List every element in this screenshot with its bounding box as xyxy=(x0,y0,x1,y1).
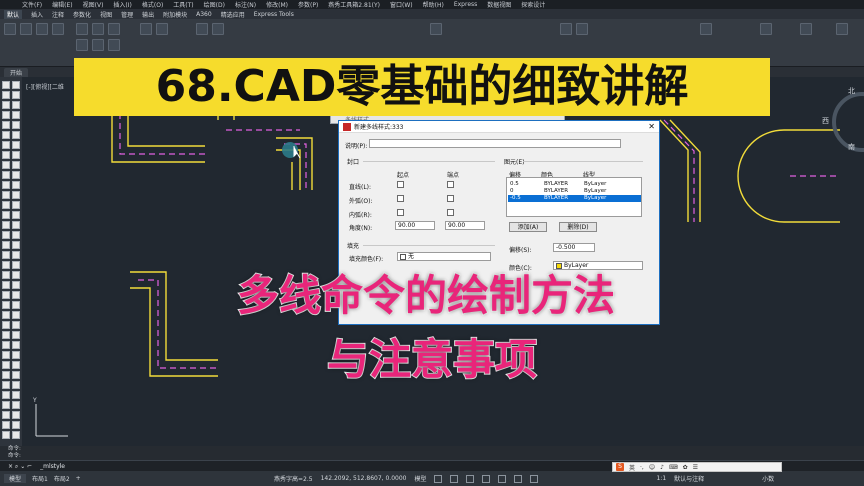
fill-swatch-icon xyxy=(400,253,406,260)
caps-col-start: 起点 xyxy=(397,172,410,179)
command-input[interactable]: _mlstyle xyxy=(40,463,65,470)
caps-inner-arc-label: 内弧(R): xyxy=(349,212,372,219)
caps-group-line xyxy=(363,161,495,162)
snap-icon[interactable] xyxy=(450,474,459,483)
caps-outer-arc-label: 外弧(O): xyxy=(349,198,373,205)
caps-line-start-checkbox[interactable] xyxy=(397,181,404,188)
add-element-button[interactable]: 添加(A) xyxy=(509,222,547,232)
ime-toolbar: S 英 ·, ☺ ♪ ⌨ ✿ ☰ xyxy=(612,462,782,472)
sogou-logo-icon[interactable]: S xyxy=(616,463,624,471)
caps-inner-arc-end-checkbox[interactable] xyxy=(447,209,454,216)
autocad-logo-icon xyxy=(343,122,351,131)
ime-emoji-icon[interactable]: ☺ xyxy=(649,464,655,471)
center-line-e xyxy=(663,119,695,222)
layout-tabs: 模型 布局1 布局2 + xyxy=(0,471,260,486)
fill-color-value: 无 xyxy=(408,253,415,260)
add-layout-icon[interactable]: + xyxy=(76,475,81,482)
description-field[interactable] xyxy=(369,139,621,148)
elements-group-line xyxy=(523,161,643,162)
element-offset-field[interactable]: -0.500 xyxy=(553,243,595,252)
polar-icon[interactable] xyxy=(482,474,491,483)
subtitle-line-1: 多线命令的绘制方法 xyxy=(236,270,616,321)
element-linetype: ByLayer xyxy=(584,188,607,194)
ime-skin-icon[interactable]: ✿ xyxy=(683,464,688,471)
element-linetype: ByLayer xyxy=(584,181,607,187)
command-prompt-icons[interactable]: × ⌕ ⌄ ⌐ xyxy=(8,463,32,470)
list-item-selected[interactable]: -0.5 BYLAYER ByLayer xyxy=(508,195,641,202)
grid-icon[interactable] xyxy=(434,474,443,483)
selection-cycle-icon[interactable] xyxy=(530,474,539,483)
element-color: BYLAYER xyxy=(544,181,569,187)
command-history: 命令: 命令: xyxy=(0,446,864,460)
ime-voice-icon[interactable]: ♪ xyxy=(660,464,664,471)
units-label[interactable]: 小数 xyxy=(762,474,774,483)
element-offset: 0.5 xyxy=(510,181,519,187)
compass-south[interactable]: 南 xyxy=(848,142,855,152)
list-item[interactable]: 0 BYLAYER ByLayer xyxy=(508,188,641,195)
list-item[interactable]: 0.5 BYLAYER ByLayer xyxy=(508,181,641,188)
compass-west[interactable]: 西 xyxy=(822,116,829,126)
delete-element-button[interactable]: 删除(D) xyxy=(559,222,597,232)
fill-color-select[interactable]: 无 xyxy=(397,252,491,261)
elements-group-label: 图元(E) xyxy=(504,159,525,166)
dialog-title: 新建多线样式:333 xyxy=(354,124,404,131)
caps-angle-end-field[interactable]: 90.00 xyxy=(445,221,485,230)
coordinates-readout: 142.2092, 512.8607, 0.0000 xyxy=(320,475,407,482)
fill-group-line xyxy=(363,245,495,246)
lineweight-icon[interactable] xyxy=(514,474,523,483)
title-caption: 68.CAD零基础的细致讲解 xyxy=(155,61,689,112)
ucs-y-label: Y xyxy=(32,397,37,404)
element-offset: 0 xyxy=(510,188,514,194)
caps-line-end-checkbox[interactable] xyxy=(447,181,454,188)
caps-outer-arc-start-checkbox[interactable] xyxy=(397,195,404,202)
wall-arc xyxy=(737,129,785,223)
caps-angle-label: 角度(N): xyxy=(349,225,373,232)
ime-punctuation-icon[interactable]: ·, xyxy=(640,464,644,471)
element-offset-label: 偏移(S): xyxy=(509,247,532,254)
caps-inner-arc-start-checkbox[interactable] xyxy=(397,209,404,216)
ortho-icon[interactable] xyxy=(466,474,475,483)
caps-col-end: 端点 xyxy=(447,172,460,179)
model-space-toggle[interactable]: 模型 xyxy=(414,474,426,483)
description-label: 说明(P): xyxy=(345,143,368,150)
element-color: BYLAYER xyxy=(544,195,569,201)
annotation-scale[interactable]: 1:1 xyxy=(656,475,666,482)
ime-menu-icon[interactable]: ☰ xyxy=(693,464,698,471)
tab-layout1[interactable]: 布局1 xyxy=(32,474,48,483)
ime-language[interactable]: 英 xyxy=(629,463,635,472)
caps-outer-arc-end-checkbox[interactable] xyxy=(447,195,454,202)
element-linetype: ByLayer xyxy=(584,195,607,201)
command-history-line: 命令: xyxy=(8,453,21,459)
close-icon[interactable]: ✕ xyxy=(648,122,655,131)
dialog-titlebar: 新建多线样式:333 ✕ xyxy=(339,121,659,133)
tab-layout2[interactable]: 布局2 xyxy=(54,474,70,483)
status-bar: 燕秀字高=2.5 142.2092, 512.8607, 0.0000 模型 1… xyxy=(260,471,864,486)
fill-color-label: 填充颜色(F): xyxy=(349,256,384,263)
caps-group-label: 封口 xyxy=(347,159,360,166)
osnap-icon[interactable] xyxy=(498,474,507,483)
tab-model[interactable]: 模型 xyxy=(4,474,27,483)
fill-group-label: 填充 xyxy=(347,243,360,250)
compass-north[interactable]: 北 xyxy=(848,86,855,96)
element-color: BYLAYER xyxy=(544,188,569,194)
cad-screenshot: 文件(F) 编辑(E) 视图(V) 插入(I) 格式(O) 工具(T) 绘图(D… xyxy=(0,0,864,486)
ime-keyboard-icon[interactable]: ⌨ xyxy=(669,464,678,471)
command-history-line: 命令: xyxy=(8,446,21,452)
annotation-label[interactable]: 默认与注释 xyxy=(674,474,704,483)
caps-angle-start-field[interactable]: 90.00 xyxy=(395,221,435,230)
font-height-status: 燕秀字高=2.5 xyxy=(274,476,313,483)
subtitle-line-2: 与注意事项 xyxy=(326,334,538,385)
element-offset: -0.5 xyxy=(510,195,521,201)
caps-line-label: 直线(L): xyxy=(349,184,372,191)
viewport-label[interactable]: [-][俯视][二维 xyxy=(26,82,64,91)
elements-list[interactable]: 0.5 BYLAYER ByLayer 0 BYLAYER ByLayer -0… xyxy=(506,177,642,217)
